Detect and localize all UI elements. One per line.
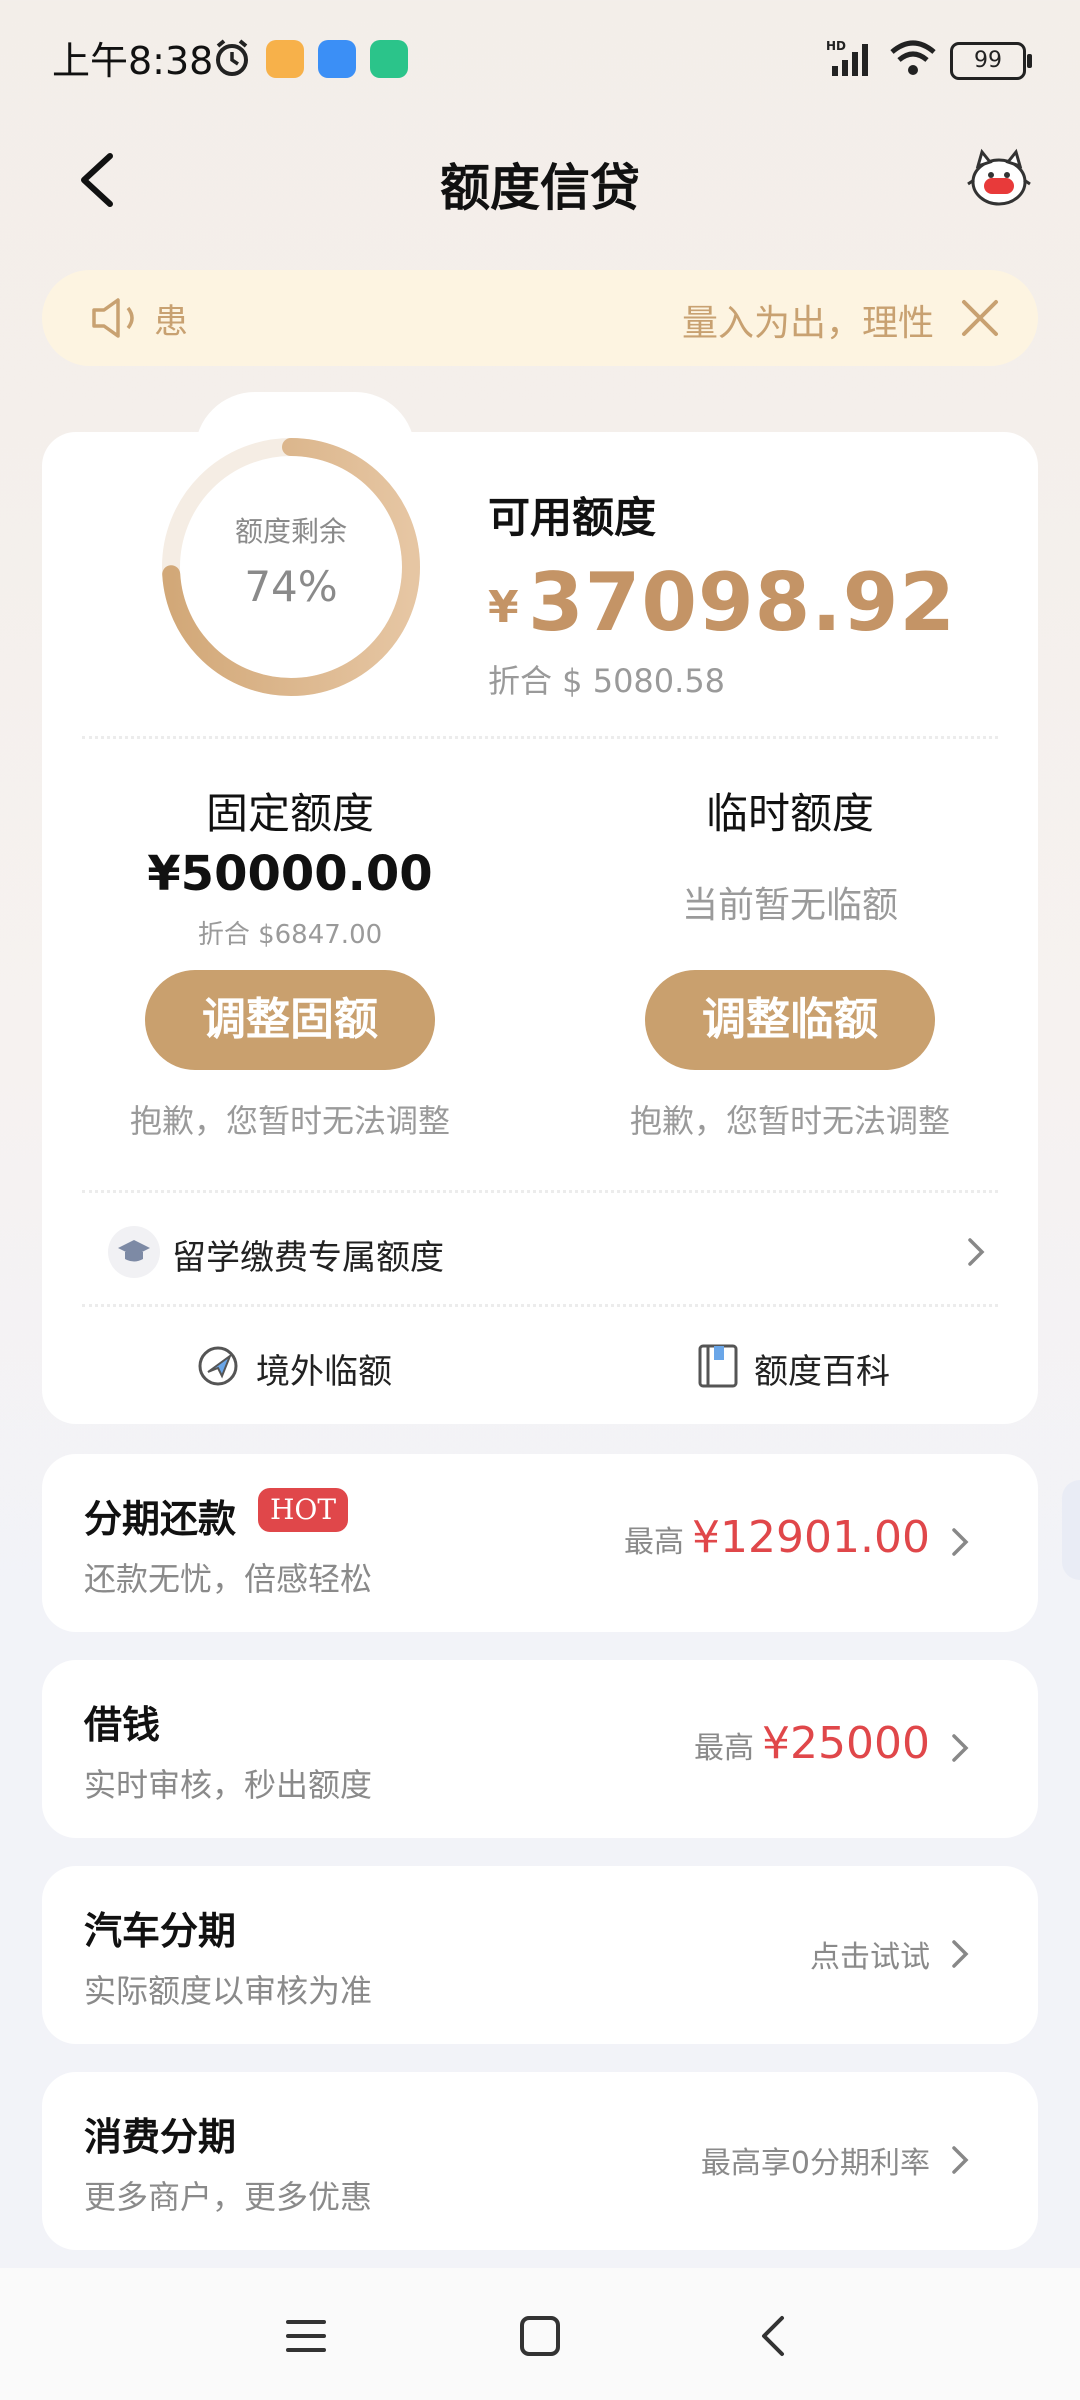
divider [82, 736, 998, 739]
fixed-credit-amount: ¥50000.00 [147, 846, 433, 902]
temporary-credit-status: 当前暂无临额 [681, 885, 898, 926]
product-title: 消费分期 [84, 2115, 237, 2159]
product-limit: 最高 ¥25000 [694, 1718, 930, 1769]
product-limit-label: 最高 [624, 1525, 685, 1560]
quick-link-label: 境外临额 [256, 1352, 392, 1392]
chevron-right-icon [952, 1940, 969, 1968]
fixed-credit-usd: 折合 $6847.00 [197, 920, 383, 950]
fixed-credit-title: 固定额度 [205, 789, 374, 838]
fixed-adjust-note: 抱歉，您暂时无法调整 [129, 1102, 450, 1140]
product-limit-label: 最高享0分期利率 [700, 2146, 930, 2181]
product-limit-amount: ¥25000 [762, 1718, 930, 1769]
currency-symbol: ¥ [488, 582, 519, 633]
notice-prefix: 患 [154, 302, 188, 342]
alarm-icon [216, 39, 248, 76]
product-subtitle: 还款无忧，倍感轻松 [84, 1560, 373, 1598]
study-abroad-label: 留学缴费专属额度 [172, 1238, 444, 1278]
product-limit: 最高 ¥12901.00 [624, 1512, 930, 1563]
signal-icon: HD [826, 39, 868, 76]
quick-link-label: 额度百科 [754, 1352, 890, 1392]
status-time: 上午8:38 [52, 39, 214, 83]
product-limit: 点击试试 [810, 1932, 930, 1976]
adjust-temporary-button[interactable]: 调整临额 [645, 970, 935, 1070]
chevron-right-icon [968, 1238, 985, 1266]
svg-text:HD: HD [826, 39, 846, 53]
ring-label: 额度剩余 [234, 515, 347, 548]
product-subtitle: 更多商户，更多优惠 [84, 2178, 373, 2216]
notification-app-icon [266, 40, 304, 78]
product-title: 汽车分期 [84, 1909, 237, 1953]
divider [82, 1190, 998, 1193]
adjust-fixed-button[interactable]: 调整固额 [145, 970, 435, 1070]
chevron-right-icon [952, 2146, 969, 2174]
notification-app-icon [318, 40, 356, 78]
product-card-borrow[interactable]: 借钱 实时审核，秒出额度 最高 ¥25000 [42, 1660, 1038, 1838]
book-icon [698, 1344, 738, 1388]
product-limit-label: 点击试试 [810, 1940, 930, 1975]
notice-text: 量入为出，理性 [681, 303, 934, 344]
product-subtitle: 实际额度以审核为准 [84, 1972, 373, 2010]
product-limit-amount: ¥12901.00 [692, 1512, 930, 1563]
graduation-cap-icon [108, 1226, 160, 1278]
shield-app-icon [370, 40, 408, 78]
product-subtitle: 实时审核，秒出额度 [84, 1766, 373, 1804]
hot-badge: HOT [258, 1488, 349, 1532]
temporary-adjust-note: 抱歉，您暂时无法调整 [629, 1102, 950, 1140]
chevron-right-icon [952, 1734, 969, 1762]
temporary-credit-title: 临时额度 [705, 789, 874, 838]
available-credit-title: 可用额度 [488, 493, 657, 542]
system-nav-bar [0, 2268, 1080, 2400]
ring-percent: 74% [244, 562, 338, 611]
product-limit: 最高享0分期利率 [701, 2138, 930, 2182]
back-nav-icon[interactable] [752, 2314, 796, 2358]
page-title: 额度信贷 [440, 159, 640, 217]
available-credit-amount: 37098.92 [528, 556, 957, 649]
plane-icon [198, 1346, 238, 1386]
product-title: 借钱 [84, 1703, 161, 1747]
menu-icon[interactable] [284, 2314, 328, 2358]
study-abroad-row[interactable]: 留学缴费专属额度 [108, 1226, 988, 1280]
divider [82, 1304, 998, 1307]
home-icon[interactable] [518, 2314, 562, 2358]
product-limit-label: 最高 [694, 1731, 755, 1766]
close-icon[interactable] [958, 296, 1002, 340]
battery-indicator: 99 [950, 42, 1032, 80]
product-title: 分期还款 [84, 1497, 237, 1541]
product-card-installment-repay[interactable]: 分期还款 HOT 还款无忧，倍感轻松 最高 ¥12901.00 [42, 1454, 1038, 1632]
mascot-icon[interactable] [964, 148, 1034, 210]
floating-assistant-tab[interactable] [1062, 1480, 1080, 1580]
product-card-consumer-installment[interactable]: 消费分期 更多商户，更多优惠 最高享0分期利率 [42, 2072, 1038, 2250]
available-credit-usd: 折合 $ 5080.58 [488, 662, 726, 700]
wifi-icon [890, 40, 936, 75]
chevron-right-icon [952, 1528, 969, 1556]
notice-bar[interactable]: 患 量入为出，理性 [42, 270, 1038, 366]
product-card-car-installment[interactable]: 汽车分期 实际额度以审核为准 点击试试 [42, 1866, 1038, 2044]
speaker-icon [92, 298, 134, 338]
